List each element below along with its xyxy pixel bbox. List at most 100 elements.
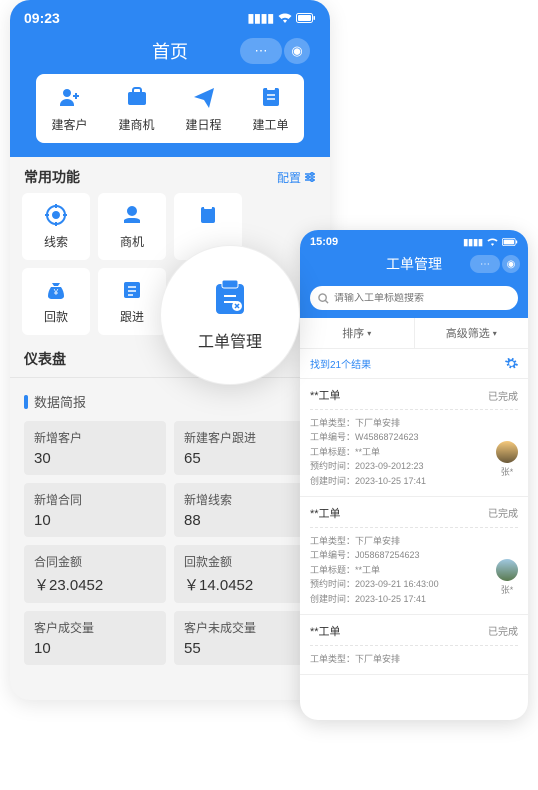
- stat-card[interactable]: 新增合同10: [24, 483, 166, 537]
- capsule-close-button[interactable]: ◉: [284, 38, 310, 64]
- signal-icon: ▮▮▮▮: [463, 237, 483, 248]
- result-count: 找到21个结果: [310, 356, 371, 371]
- ticket-icon: [258, 84, 284, 110]
- target-icon: [44, 203, 68, 227]
- stat-label: 新增线索: [184, 491, 306, 508]
- bubble-label: 工单管理: [198, 328, 262, 352]
- stat-card[interactable]: 新增线索 88: [174, 483, 316, 537]
- svg-text:¥: ¥: [53, 288, 59, 297]
- item-no: 工单编号：W45868724623: [310, 430, 518, 444]
- item-subject: 工单标题：**工单: [310, 445, 518, 459]
- phone-tickets: 15:09 ▮▮▮▮ 工单管理 ⋯ ◉: [300, 230, 528, 720]
- stat-value: 55: [184, 640, 306, 657]
- stat-label: 合同金额: [34, 553, 156, 570]
- quick-create-opportunity[interactable]: 建商机: [103, 84, 170, 133]
- stat-value: 30: [34, 450, 156, 467]
- func-opportunity[interactable]: 商机: [98, 193, 166, 260]
- header: 15:09 ▮▮▮▮ 工单管理 ⋯ ◉: [300, 230, 528, 318]
- stat-value: ￥14.0452: [184, 574, 306, 595]
- filter-icon: [304, 171, 316, 183]
- stat-card[interactable]: 新建客户跟进65: [174, 421, 316, 475]
- stat-card[interactable]: 回款金额 ￥14.0452: [174, 545, 316, 603]
- stat-label: 回款金额: [184, 553, 306, 570]
- func-label: 商机: [120, 233, 144, 250]
- filter-button[interactable]: 高级筛选 ▾: [415, 318, 529, 348]
- item-appt: 预约时间：2023-09-2012:23: [310, 459, 518, 473]
- stat-label: 新建客户跟进: [184, 429, 306, 446]
- avatar-icon: [496, 559, 518, 581]
- chevron-down-icon: ▾: [493, 329, 497, 338]
- item-title: **工单: [310, 505, 341, 521]
- quick-create-ticket[interactable]: 建工单: [237, 84, 304, 133]
- func-payment[interactable]: ¥ 回款: [22, 268, 90, 335]
- stat-value: 88: [184, 512, 306, 529]
- clipboard-wrench-icon: [210, 278, 250, 318]
- item-type: 工单类型：下厂单安排: [310, 416, 518, 430]
- stat-card[interactable]: 客户成交量10: [24, 611, 166, 665]
- common-functions-header: 常用功能 配置: [10, 157, 330, 193]
- item-body: 工单类型：下厂单安排 工单编号：J058687254623 工单标题：**工单 …: [310, 534, 518, 606]
- dashboard-subtitle-row: 数据简报: [10, 378, 330, 421]
- note-icon: [120, 278, 144, 302]
- quick-label: 建商机: [118, 116, 154, 133]
- item-created: 创建时间：2023-10-25 17:41: [310, 592, 518, 606]
- chevron-down-icon: ▾: [367, 329, 371, 338]
- sort-label: 排序: [342, 325, 364, 341]
- quick-label: 建日程: [185, 116, 221, 133]
- item-status: 已完成: [488, 505, 518, 520]
- stat-card[interactable]: 客户未成交量 55: [174, 611, 316, 665]
- mini-program-capsule: ⋯ ◉: [240, 38, 310, 64]
- func-leads[interactable]: 线索: [22, 193, 90, 260]
- gear-icon[interactable]: [505, 357, 518, 370]
- stat-label: 新增客户: [34, 429, 156, 446]
- sort-button[interactable]: 排序 ▾: [300, 318, 414, 348]
- capsule-menu-button[interactable]: ⋯: [470, 255, 500, 273]
- clipboard-icon: [196, 203, 220, 227]
- func-label: 回款: [44, 308, 68, 325]
- func-label: 跟进: [120, 308, 144, 325]
- section-title: 常用功能: [24, 167, 80, 187]
- ticket-item[interactable]: **工单 已完成 工单类型：下厂单安排 工单编号：W45868724623 工单…: [300, 379, 528, 497]
- filter-label: 高级筛选: [446, 325, 490, 341]
- capsule-menu-button[interactable]: ⋯: [240, 38, 282, 64]
- config-button[interactable]: 配置: [277, 169, 316, 186]
- func-followup[interactable]: 跟进: [98, 268, 166, 335]
- money-hand-icon: [120, 203, 144, 227]
- money-bag-icon: ¥: [44, 278, 68, 302]
- status-bar: 15:09 ▮▮▮▮: [300, 230, 528, 248]
- ticket-management-bubble[interactable]: 工单管理: [160, 245, 300, 385]
- item-appt: 预约时间：2023-09-21 16:43:00: [310, 577, 518, 591]
- item-title: **工单: [310, 387, 341, 403]
- briefcase-icon: [124, 84, 150, 110]
- assignee-name: 张*: [501, 465, 514, 478]
- item-title: **工单: [310, 623, 341, 639]
- item-body: 工单类型：下厂单安排: [310, 652, 518, 666]
- title-row: 工单管理 ⋯ ◉: [300, 248, 528, 280]
- search-box[interactable]: [310, 286, 518, 310]
- stat-card[interactable]: 新增客户 30: [24, 421, 166, 475]
- item-created: 创建时间：2023-10-25 17:41: [310, 474, 518, 488]
- config-label: 配置: [277, 169, 301, 186]
- page-title: 工单管理: [386, 254, 442, 274]
- assignee: 张*: [496, 441, 518, 478]
- item-body: 工单类型：下厂单安排 工单编号：W45868724623 工单标题：**工单 预…: [310, 416, 518, 488]
- stat-label: 客户未成交量: [184, 619, 306, 636]
- search-input[interactable]: [334, 293, 510, 304]
- quick-label: 建工单: [252, 116, 288, 133]
- quick-create-customer[interactable]: 建客户: [36, 84, 103, 133]
- stat-value: 10: [34, 640, 156, 657]
- quick-label: 建客户: [51, 116, 87, 133]
- stat-card[interactable]: 合同金额 ￥23.0452: [24, 545, 166, 603]
- capsule-close-button[interactable]: ◉: [502, 255, 520, 273]
- signal-icon: ▮▮▮▮: [248, 11, 274, 25]
- avatar-icon: [496, 441, 518, 463]
- quick-create-schedule[interactable]: 建日程: [170, 84, 237, 133]
- result-bar: 找到21个结果: [300, 349, 528, 379]
- ticket-list: **工单 已完成 工单类型：下厂单安排 工单编号：W45868724623 工单…: [300, 379, 528, 675]
- ticket-item[interactable]: **工单 已完成 工单类型：下厂单安排: [300, 615, 528, 675]
- item-head: **工单 已完成: [310, 623, 518, 646]
- item-head: **工单 已完成: [310, 387, 518, 410]
- battery-icon: [502, 238, 518, 246]
- stat-value: ￥23.0452: [34, 574, 156, 595]
- ticket-item[interactable]: **工单 已完成 工单类型：下厂单安排 工单编号：J058687254623 工…: [300, 497, 528, 615]
